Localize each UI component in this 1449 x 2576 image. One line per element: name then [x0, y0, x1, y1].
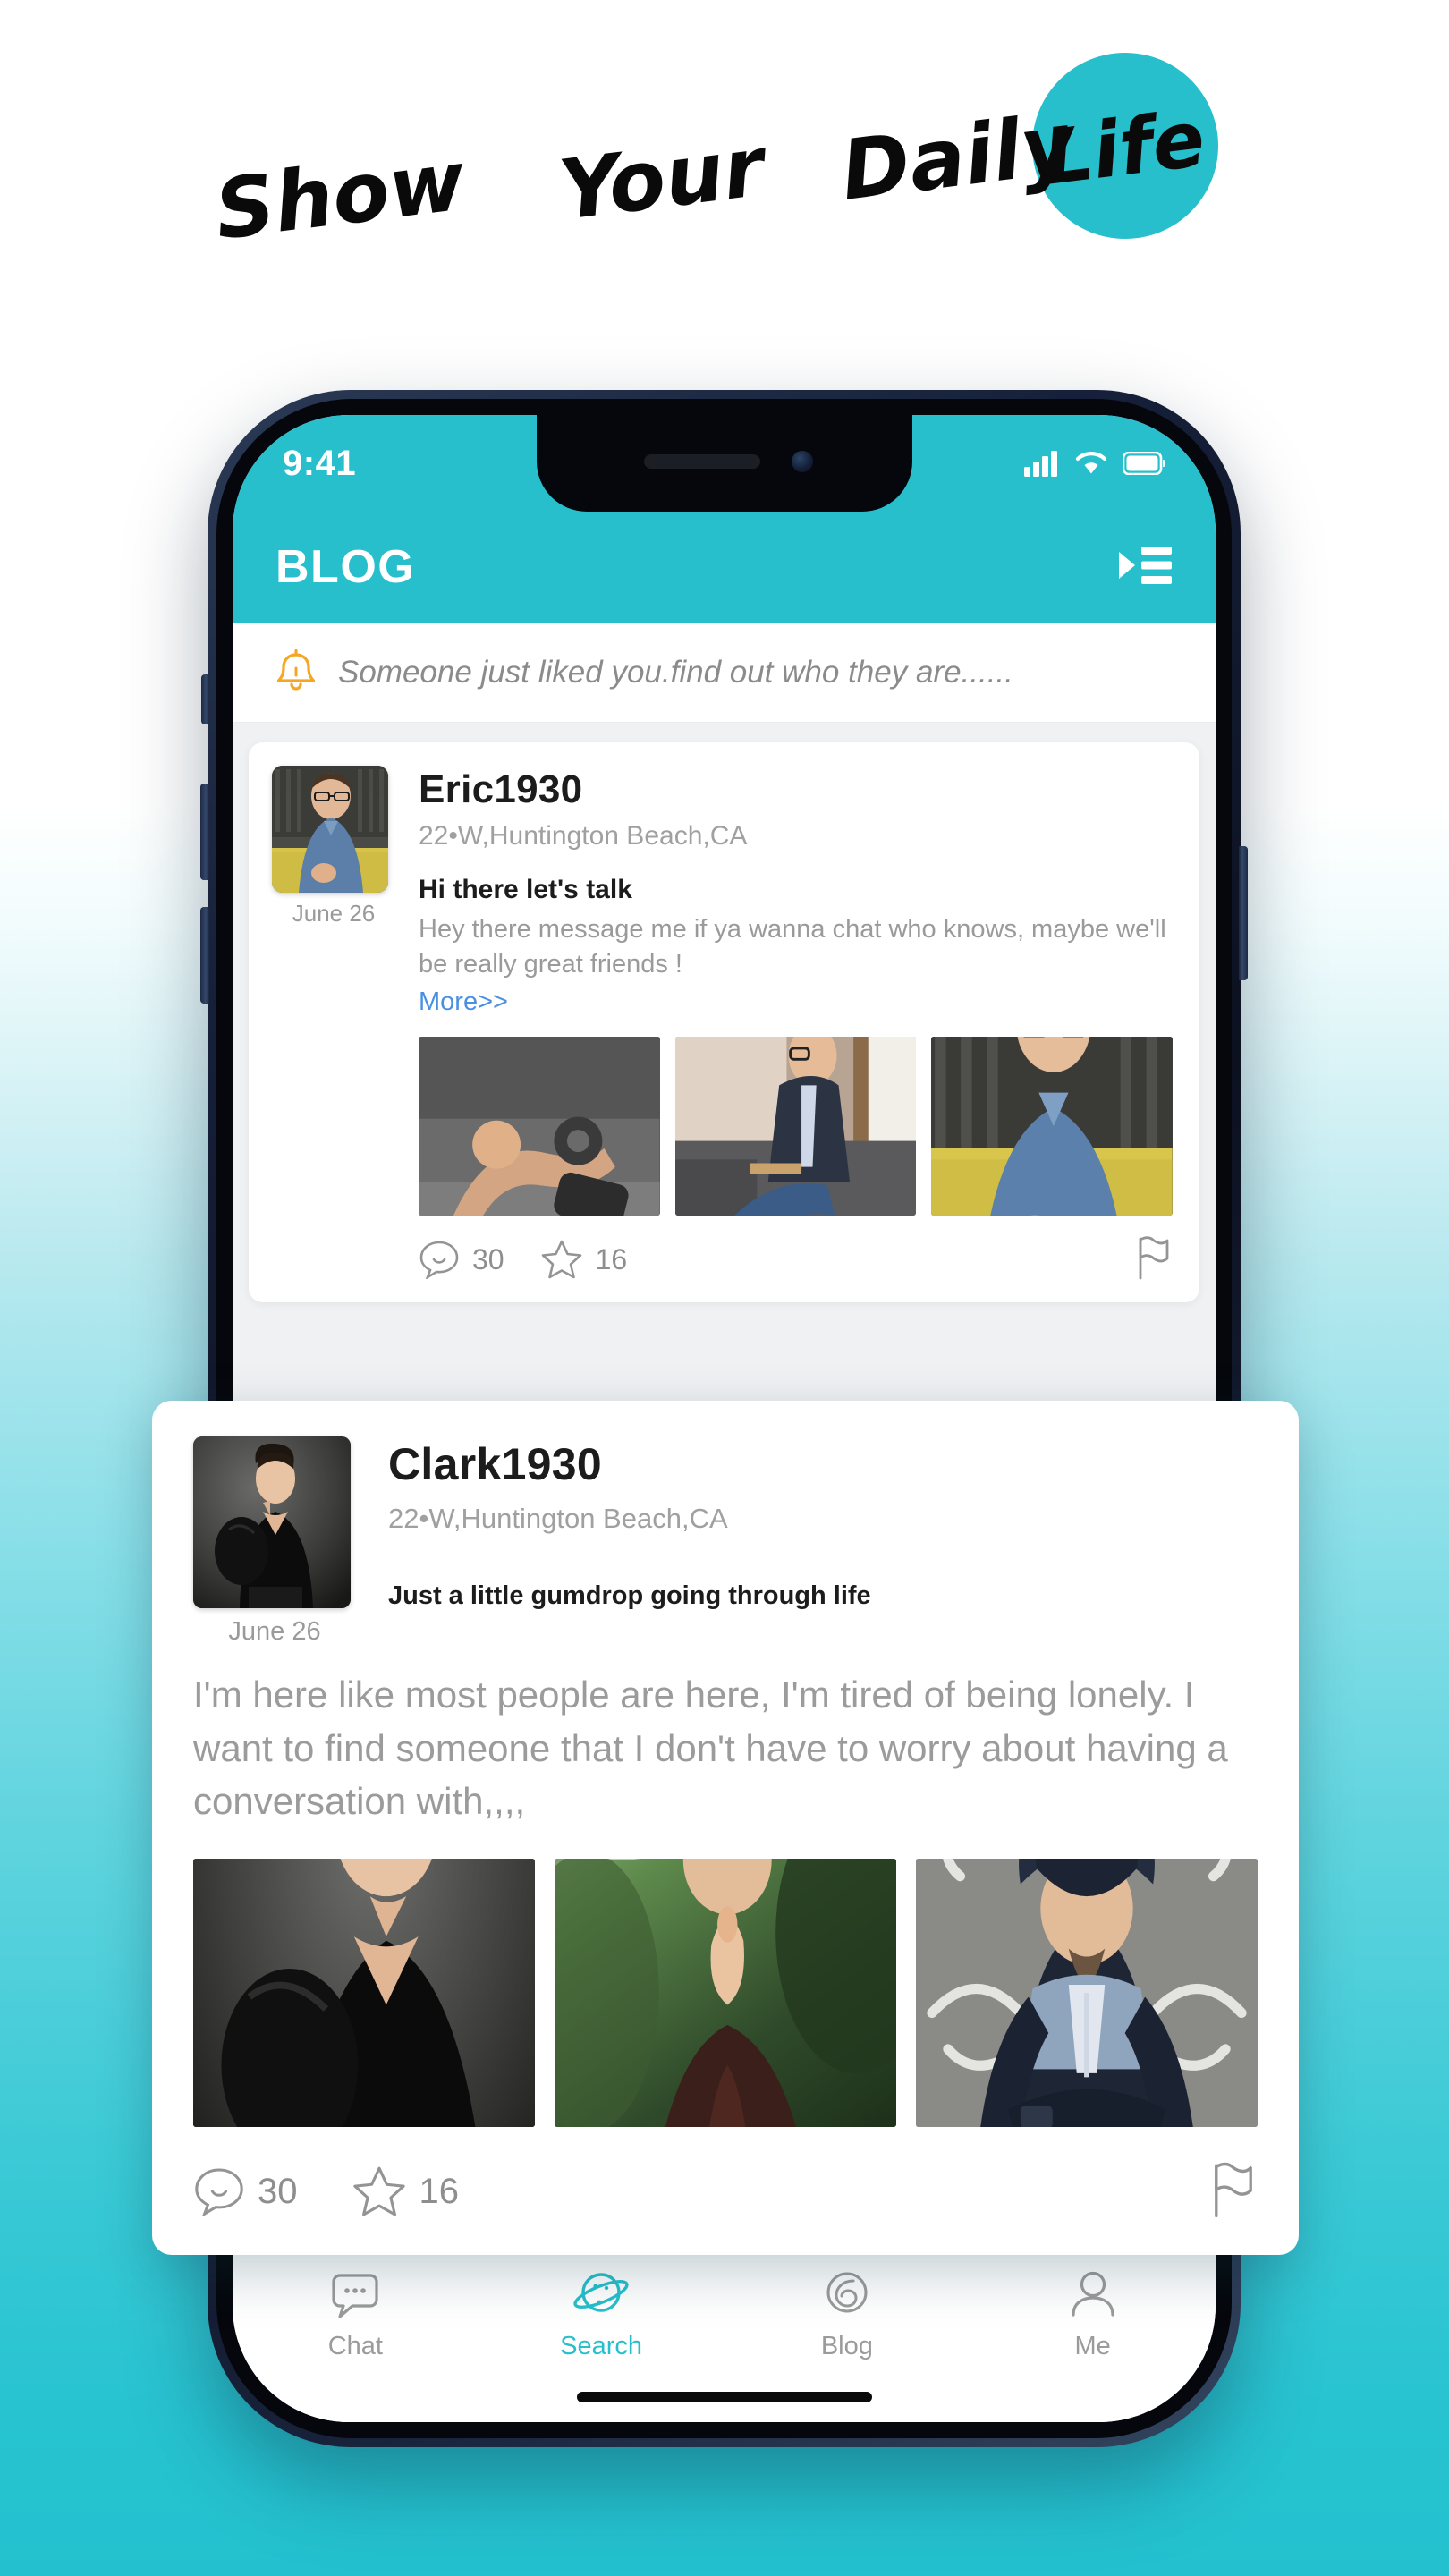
nav-item-search[interactable]: Search [479, 2262, 724, 2361]
star-icon [352, 2166, 405, 2216]
headline-word-2: Your [555, 118, 775, 239]
post-avatar-column: June 26 [272, 766, 395, 1284]
overlay-post-meta: 22•W,Huntington Beach,CA [388, 1503, 728, 1534]
report-action[interactable] [1135, 1235, 1173, 1284]
front-camera-icon [791, 451, 813, 472]
featured-post-card[interactable]: June 26 Clark1930 22•W,Huntington Beach,… [152, 1401, 1299, 2255]
man-in-suit-sitting-on-couch [674, 1036, 917, 1216]
notification-banner[interactable]: Someone just liked you.find out who they… [233, 623, 1216, 723]
bell-icon [276, 648, 316, 691]
chat-bubble-icon [233, 2262, 479, 2326]
young-man-black-sweater-backpack-avatar [193, 1436, 351, 1608]
overlay-post-header: June 26 Clark1930 22•W,Huntington Beach,… [193, 1436, 1258, 1647]
star-icon [541, 1240, 581, 1279]
headline-banner: Show Your Daily Life [0, 49, 1449, 273]
nav-item-blog[interactable]: Blog [724, 2262, 970, 2361]
overlay-post-content: Clark1930 22•W,Huntington Beach,CA Just … [388, 1436, 1258, 1647]
planet-search-icon [479, 2262, 724, 2326]
more-link[interactable]: More>> [419, 987, 1173, 1017]
overlay-post-date: June 26 [228, 1617, 321, 1646]
post-header: June 26 Eric1930 22•W,Huntington Beach,C… [272, 766, 1174, 1284]
post-photo[interactable] [674, 1036, 917, 1216]
overlay-post-headline: Just a little gumdrop going through life [388, 1581, 871, 1610]
nav-item-me[interactable]: Me [970, 2262, 1216, 2361]
man-in-blue-shirt-glasses-avatar [272, 766, 388, 893]
young-man-black-sweater-dark-studio [193, 1858, 535, 2127]
overlay-star-action[interactable]: 16 [352, 2164, 460, 2219]
app-header: BLOG [233, 512, 1216, 623]
page-title: BLOG [275, 541, 416, 593]
headline-word-1: Show [210, 132, 471, 258]
cellular-signal-icon [1024, 450, 1060, 477]
overlay-action-row: 30 16 [193, 2161, 1258, 2223]
notification-text: Someone just liked you.find out who they… [338, 654, 1013, 690]
nav-label-search: Search [560, 2332, 643, 2360]
person-icon [970, 2262, 1216, 2326]
comment-action[interactable]: 30 [419, 1240, 504, 1280]
overlay-photo[interactable] [555, 1858, 896, 2127]
post-content: Eric1930 22•W,Huntington Beach,CA Hi the… [419, 766, 1174, 1284]
avatar[interactable] [193, 1436, 351, 1608]
nav-item-chat[interactable]: Chat [233, 2262, 479, 2361]
phone-notch [536, 415, 912, 512]
overlay-photo[interactable] [193, 1858, 535, 2127]
overlay-comment-count: 30 [258, 2171, 298, 2211]
mute-switch[interactable] [201, 674, 209, 724]
star-count: 16 [595, 1242, 628, 1275]
overlay-photo[interactable] [916, 1858, 1258, 2127]
overlay-post-username[interactable]: Clark1930 [388, 1438, 1258, 1490]
indent-menu-icon[interactable] [1117, 541, 1173, 589]
comment-count: 30 [472, 1242, 504, 1275]
post-username[interactable]: Eric1930 [419, 767, 1173, 812]
nav-label-me: Me [1074, 2332, 1111, 2360]
post-headline: Hi there let's talk [419, 875, 632, 904]
star-action[interactable]: 16 [540, 1238, 628, 1281]
overlay-avatar-column: June 26 [193, 1436, 356, 1647]
man-doing-pushups-with-dumbbells [419, 1036, 660, 1216]
earpiece-speaker [643, 454, 760, 469]
overlay-photo-row [193, 1858, 1258, 2127]
post-photo[interactable] [931, 1036, 1174, 1216]
post-body: Hey there message me if ya wanna chat wh… [419, 915, 1166, 979]
volume-up-button[interactable] [200, 784, 209, 880]
menu-button[interactable] [1117, 541, 1173, 594]
post-action-row: 30 16 [419, 1235, 1173, 1284]
comment-bubble-icon [195, 2168, 243, 2217]
overlay-comment-action[interactable]: 30 [193, 2166, 298, 2217]
man-in-blue-shirt-on-yellow-chair [931, 1036, 1174, 1216]
battery-icon [1123, 452, 1165, 475]
status-icons [1024, 450, 1165, 477]
avatar[interactable] [272, 766, 388, 893]
man-praying-in-green-grass [555, 1858, 896, 2127]
post-meta: 22•W,Huntington Beach,CA [419, 821, 748, 851]
status-time: 9:41 [283, 443, 357, 483]
nav-label-blog: Blog [820, 2332, 873, 2360]
post-date: June 26 [292, 900, 376, 927]
wifi-icon [1075, 452, 1107, 474]
nav-label-chat: Chat [327, 2332, 383, 2360]
overlay-report-action[interactable] [1209, 2161, 1258, 2223]
headline-svg: Show Your Daily Life [210, 53, 1218, 258]
post-photo-row [419, 1036, 1174, 1216]
flag-icon [1215, 2162, 1252, 2217]
post-photo[interactable] [419, 1036, 660, 1216]
flag-icon [1139, 1236, 1169, 1280]
home-indicator[interactable] [576, 2392, 872, 2402]
overlay-star-count: 16 [419, 2171, 460, 2211]
comment-bubble-icon [419, 1241, 459, 1280]
overlay-post-body: I'm here like most people are here, I'm … [193, 1674, 1228, 1823]
post-card[interactable]: June 26 Eric1930 22•W,Huntington Beach,C… [249, 742, 1199, 1302]
spiral-blog-icon [724, 2262, 970, 2326]
volume-down-button[interactable] [200, 907, 209, 1004]
power-button[interactable] [1239, 846, 1248, 980]
hooded-man-against-chalkboard-muscle-arms [916, 1858, 1258, 2127]
